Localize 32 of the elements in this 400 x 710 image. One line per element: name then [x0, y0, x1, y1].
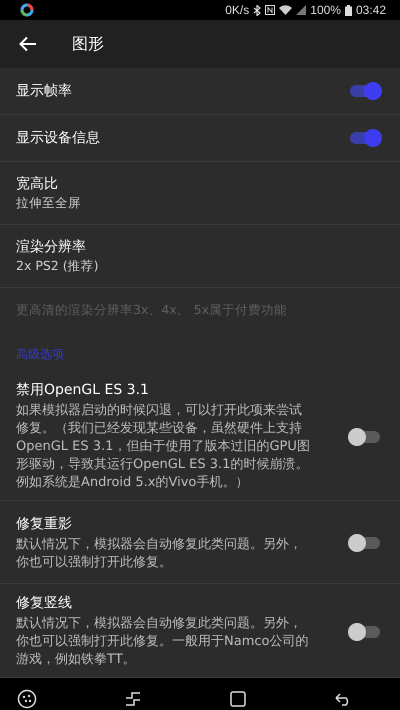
battery-icon [344, 4, 352, 16]
setting-summary: 默认情况下，模拟器会自动修复此类问题。另外，你也可以强制打开此修复。一般用于Namco公司的游戏，例如铁拳TT。 [16, 615, 310, 669]
setting-value: 拉伸至全屏 [16, 194, 82, 212]
battery-level: 100% [310, 3, 341, 17]
setting-title: 宽高比 [16, 174, 59, 194]
back-arrow-icon[interactable] [19, 36, 37, 52]
wifi-icon [279, 5, 292, 15]
clock: 03:42 [356, 3, 386, 17]
setting-title: 显示设备信息 [16, 128, 101, 148]
network-speed: 0K/s [225, 3, 250, 17]
bluetooth-icon [253, 4, 262, 16]
toggle-switch[interactable] [350, 85, 380, 97]
setting-title: 显示帧率 [16, 82, 73, 100]
recents-icon[interactable] [125, 692, 142, 706]
setting-summary: 如果模拟器启动的时候闪退，可以打开此项来尝试修复。（我们已经发现某些设备，虽然硬件上支持OpenGL ES 3.1，但由于使用了版本过旧的GPU图形驱动，导致其运行OpenGL ES 3.1的时候崩溃。例如系统是Android 5.x的Vivo手机。） [16, 402, 311, 492]
setting-title: 禁用OpenGL ES 3.1 [16, 381, 150, 400]
toggle-switch[interactable] [350, 626, 380, 638]
nfc-icon [265, 5, 276, 15]
setting-title: 修复竖线 [16, 594, 73, 613]
gamepad-icon[interactable] [17, 689, 37, 709]
home-icon[interactable] [230, 691, 246, 707]
setting-summary: 默认情况下，模拟器会自动修复此类问题。另外，你也可以强制打开此修复。 [16, 536, 303, 572]
setting-value: 2x PS2 (推荐) [16, 256, 100, 274]
toggle-switch[interactable] [350, 132, 380, 144]
section-header: 高级选项 [16, 346, 65, 363]
setting-title: 渲染分辨率 [16, 238, 87, 256]
signal-icon [296, 5, 306, 15]
setting-title: 修复重影 [16, 514, 73, 534]
screen-title: 图形 [72, 34, 104, 54]
app-logo-icon [20, 3, 34, 17]
toggle-switch[interactable] [350, 537, 380, 549]
toggle-switch[interactable] [350, 430, 380, 442]
